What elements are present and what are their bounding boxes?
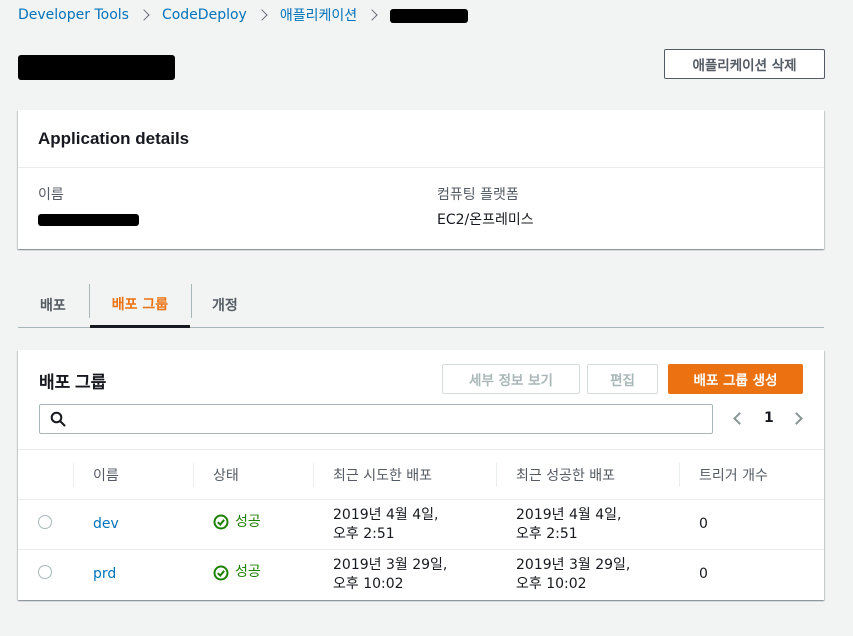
row-select-radio[interactable] (38, 564, 52, 579)
table-row: dev 성공 2019년 4월 4일, 오후 2:51 2019년 4월 4일,… (18, 500, 824, 550)
last-success-date: 2019년 4월 4일, (516, 506, 622, 523)
status-badge: 성공 (213, 513, 261, 532)
create-deployment-group-button[interactable]: 배포 그룹 생성 (668, 364, 803, 394)
trigger-count-cell: 0 (699, 566, 708, 583)
check-circle-icon (213, 514, 229, 530)
search-input[interactable] (39, 404, 713, 434)
last-success-cell: 2019년 3월 29일, 오후 10:02 (496, 550, 679, 600)
chevron-right-icon (256, 9, 268, 21)
column-header-name[interactable]: 이름 (73, 450, 193, 500)
chevron-left-icon[interactable] (733, 412, 746, 425)
column-header-last-attempted[interactable]: 최근 시도한 배포 (313, 450, 496, 500)
breadcrumb-developer-tools[interactable]: Developer Tools (18, 7, 129, 23)
last-success-date: 2019년 3월 29일, (516, 556, 631, 573)
edit-button[interactable]: 편집 (587, 364, 658, 394)
column-header-status[interactable]: 상태 (193, 450, 313, 500)
breadcrumb-codedeploy[interactable]: CodeDeploy (162, 7, 247, 23)
tab-divider (191, 284, 192, 318)
select-column-header (18, 450, 73, 500)
name-value-redacted (38, 214, 139, 226)
deployment-groups-table: 이름 상태 최근 시도한 배포 최근 성공한 배포 트리거 개수 dev 성공 (18, 449, 824, 600)
name-label: 이름 (38, 187, 64, 203)
page-number[interactable]: 1 (764, 410, 774, 426)
platform-value: EC2/온프레미스 (437, 212, 534, 228)
application-details-title: Application details (38, 129, 190, 148)
chevron-right-icon (366, 9, 378, 21)
deployment-groups-title: 배포 그룹 (39, 373, 107, 392)
status-text: 성공 (235, 513, 261, 530)
last-attempted-cell: 2019년 3월 29일, 오후 10:02 (313, 550, 496, 600)
column-header-trigger-count[interactable]: 트리거 개수 (679, 450, 824, 500)
row-select-radio[interactable] (38, 514, 52, 529)
chevron-right-icon[interactable] (790, 412, 803, 425)
breadcrumb-applications[interactable]: 애플리케이션 (280, 5, 357, 25)
platform-label: 컴퓨팅 플랫폼 (437, 187, 519, 203)
status-text: 성공 (235, 564, 261, 580)
view-details-button[interactable]: 세부 정보 보기 (442, 364, 580, 394)
tab-bar: 배포 배포 그룹 개정 (18, 282, 824, 328)
breadcrumb: Developer Tools CodeDeploy 애플리케이션 (18, 4, 469, 26)
application-details-header: Application details (18, 110, 824, 168)
last-success-time: 오후 2:51 (516, 525, 578, 542)
chevron-right-icon (138, 9, 150, 21)
application-details-panel: Application details 이름 컴퓨팅 플랫폼 EC2/온프레미스 (18, 110, 824, 249)
trigger-count-cell: 0 (699, 516, 708, 532)
tab-revisions[interactable]: 개정 (212, 282, 238, 328)
deployment-group-link[interactable]: dev (93, 516, 119, 532)
deployment-group-link[interactable]: prd (93, 566, 116, 582)
last-attempted-time: 오후 10:02 (333, 575, 404, 592)
search-icon (50, 411, 66, 427)
last-success-time: 오후 10:02 (516, 575, 587, 592)
deployment-groups-panel: 배포 그룹 세부 정보 보기 편집 배포 그룹 생성 1 이름 상태 최근 시도… (18, 350, 824, 600)
breadcrumb-current-redacted (390, 9, 469, 23)
last-success-cell: 2019년 4월 4일, 오후 2:51 (496, 500, 679, 550)
delete-application-button[interactable]: 애플리케이션 삭제 (664, 49, 825, 79)
page-title-redacted (18, 55, 175, 80)
table-header-row: 이름 상태 최근 시도한 배포 최근 성공한 배포 트리거 개수 (18, 449, 824, 500)
check-circle-icon (213, 565, 229, 580)
last-attempted-date: 2019년 4월 4일, (333, 506, 439, 523)
status-badge: 성공 (213, 563, 261, 582)
tab-deployments[interactable]: 배포 (40, 282, 66, 328)
tab-deployment-groups[interactable]: 배포 그룹 (90, 282, 190, 328)
last-attempted-time: 오후 2:51 (333, 525, 395, 542)
column-header-last-success[interactable]: 최근 성공한 배포 (496, 450, 679, 500)
last-attempted-cell: 2019년 4월 4일, 오후 2:51 (313, 500, 496, 550)
last-attempted-date: 2019년 3월 29일, (333, 556, 448, 573)
table-row: prd 성공 2019년 3월 29일, 오후 10:02 2019년 3월 2… (18, 550, 824, 600)
pagination: 1 (730, 408, 810, 430)
